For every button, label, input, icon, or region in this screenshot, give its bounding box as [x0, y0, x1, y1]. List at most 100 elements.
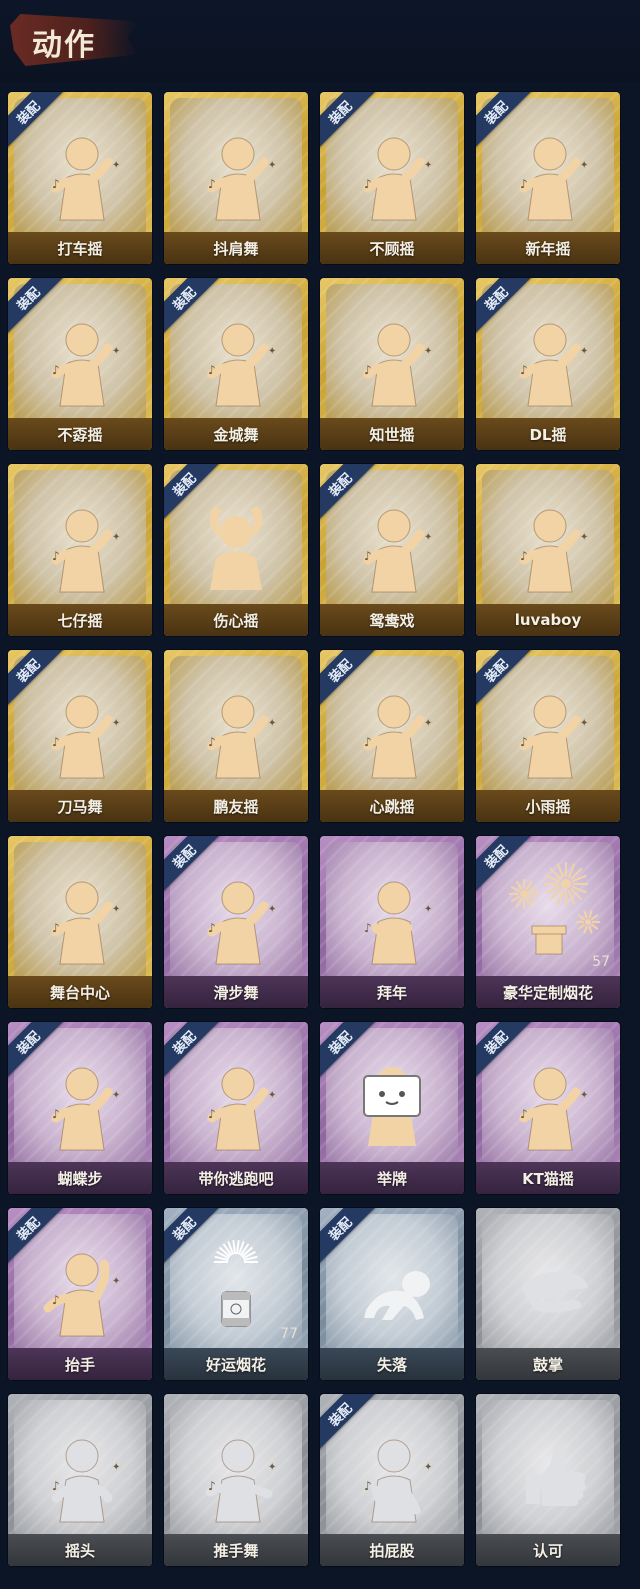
action-card[interactable]: 举牌 装配 — [320, 1022, 464, 1194]
card-label-bar: 拜年 — [320, 976, 464, 1008]
card-label: KT猫摇 — [522, 1169, 574, 1188]
card-label: 豪华定制烟花 — [502, 983, 593, 1002]
action-card[interactable]: ♪ ✦ 推手舞 — [164, 1394, 308, 1566]
action-card[interactable]: 认可 — [476, 1394, 620, 1566]
action-card[interactable]: ♪ ✦ luvaboy — [476, 464, 620, 636]
action-card[interactable]: ♪ ✦ 知世摇 — [320, 278, 464, 450]
card-label-bar: 不顾摇 — [320, 232, 464, 264]
action-card[interactable]: ♪ ✦ 抬手 装配 — [8, 1208, 152, 1380]
svg-text:✦: ✦ — [580, 160, 588, 171]
action-card[interactable]: 57 豪华定制烟花 装配 — [476, 836, 620, 1008]
dance-figure-icon: ♪ ✦ — [164, 92, 308, 242]
card-label: 带你逃跑吧 — [198, 1169, 274, 1188]
equipped-badge: 装配 — [8, 650, 68, 710]
equipped-badge: 装配 — [476, 650, 536, 710]
card-label-bar: 心跳摇 — [320, 790, 464, 822]
card-label: 蝴蝶步 — [57, 1169, 103, 1188]
equipped-badge: 装配 — [8, 1022, 68, 1082]
svg-text:✦: ✦ — [112, 904, 120, 915]
svg-text:✦: ✦ — [268, 904, 276, 915]
svg-text:✦: ✦ — [580, 532, 588, 543]
card-label-bar: 七仔摇 — [8, 604, 152, 636]
item-count: 77 — [280, 1326, 298, 1342]
svg-text:✦: ✦ — [424, 904, 432, 915]
action-card[interactable]: ♪ ✦ 鹏友摇 — [164, 650, 308, 822]
equipped-badge-label: 装配 — [14, 98, 44, 128]
action-card[interactable]: 伤心摇 装配 — [164, 464, 308, 636]
card-label-bar: 知世摇 — [320, 418, 464, 450]
equipped-badge-label: 装配 — [326, 1400, 356, 1430]
svg-text:✦: ✦ — [268, 1462, 276, 1473]
equipped-badge: 装配 — [320, 1022, 380, 1082]
action-card[interactable]: ♪ ✦ 蝴蝶步 装配 — [8, 1022, 152, 1194]
svg-text:✦: ✦ — [268, 346, 276, 357]
svg-text:♪: ♪ — [520, 363, 528, 377]
thumbs-up-icon — [476, 1394, 620, 1544]
svg-text:✦: ✦ — [424, 718, 432, 729]
card-label: DL摇 — [529, 425, 567, 444]
svg-text:♪: ♪ — [364, 363, 372, 377]
svg-text:♪: ♪ — [364, 735, 372, 749]
svg-text:♪: ♪ — [52, 1293, 60, 1307]
card-label: 失落 — [376, 1355, 407, 1374]
equipped-badge: 装配 — [164, 1208, 224, 1268]
card-label-bar: 新年摇 — [476, 232, 620, 264]
equipped-badge: 装配 — [476, 1022, 536, 1082]
action-card[interactable]: 鼓掌 — [476, 1208, 620, 1380]
action-card[interactable]: ♪ ✦ 拜年 — [320, 836, 464, 1008]
action-card[interactable]: ♪ ✦ 金城舞 装配 — [164, 278, 308, 450]
svg-text:✦: ✦ — [580, 1090, 588, 1101]
card-label: 舞台中心 — [49, 983, 110, 1002]
action-card[interactable]: ♪ ✦ 心跳摇 装配 — [320, 650, 464, 822]
svg-text:✦: ✦ — [424, 160, 432, 171]
dance-figure-icon: ♪ ✦ — [320, 278, 464, 428]
action-card[interactable]: ♪ ✦ 小雨摇 装配 — [476, 650, 620, 822]
equipped-badge: 装配 — [320, 1208, 380, 1268]
equipped-badge-label: 装配 — [326, 1028, 356, 1058]
equipped-badge: 装配 — [164, 836, 224, 896]
section-title: 动作 — [32, 28, 96, 63]
action-card[interactable]: ♪ ✦ DL摇 装配 — [476, 278, 620, 450]
card-label: 抬手 — [64, 1355, 95, 1374]
action-card[interactable]: ♪ ✦ 滑步舞 装配 — [164, 836, 308, 1008]
action-card[interactable]: ♪ ✦ 不顾摇 装配 — [320, 92, 464, 264]
card-label-bar: 失落 — [320, 1348, 464, 1380]
action-card[interactable]: ♪ ✦ 舞台中心 — [8, 836, 152, 1008]
action-card[interactable]: ♪ ✦ 七仔摇 — [8, 464, 152, 636]
card-label-bar: luvaboy — [476, 604, 620, 636]
equipped-badge-label: 装配 — [482, 284, 512, 314]
action-card[interactable]: ♪ ✦ 鸳鸯戏 装配 — [320, 464, 464, 636]
card-label: luvaboy — [514, 611, 582, 629]
svg-text:✦: ✦ — [424, 1462, 432, 1473]
card-label: 鹏友摇 — [213, 797, 259, 816]
action-card[interactable]: 77 好运烟花 装配 — [164, 1208, 308, 1380]
card-label: 金城舞 — [213, 425, 259, 444]
equipped-badge: 装配 — [320, 464, 380, 524]
action-card[interactable]: ♪ ✦ 不孬摇 装配 — [8, 278, 152, 450]
svg-text:♪: ♪ — [52, 921, 60, 935]
card-label-bar: KT猫摇 — [476, 1162, 620, 1194]
equipped-badge-label: 装配 — [170, 1028, 200, 1058]
card-label: 好运烟花 — [205, 1355, 266, 1374]
action-card[interactable]: ♪ ✦ 打车摇 装配 — [8, 92, 152, 264]
equipped-badge-label: 装配 — [14, 284, 44, 314]
card-label: 推手舞 — [213, 1541, 259, 1560]
action-card[interactable]: ♪ ✦ 摇头 — [8, 1394, 152, 1566]
action-card[interactable]: ♪ ✦ 新年摇 装配 — [476, 92, 620, 264]
action-card[interactable]: ♪ ✦ 刀马舞 装配 — [8, 650, 152, 822]
equipped-badge-label: 装配 — [170, 1214, 200, 1244]
equipped-badge-label: 装配 — [482, 656, 512, 686]
action-card[interactable]: ♪ ✦ 拍屁股 装配 — [320, 1394, 464, 1566]
equipped-badge: 装配 — [320, 1394, 380, 1454]
action-card[interactable]: ♪ ✦ KT猫摇 装配 — [476, 1022, 620, 1194]
action-card[interactable]: ♪ ✦ 带你逃跑吧 装配 — [164, 1022, 308, 1194]
action-card[interactable]: 失落 装配 — [320, 1208, 464, 1380]
svg-text:♪: ♪ — [208, 1107, 216, 1121]
card-label: 不顾摇 — [369, 239, 415, 258]
svg-text:✦: ✦ — [112, 160, 120, 171]
equipped-badge-label: 装配 — [170, 470, 200, 500]
card-label-bar: 舞台中心 — [8, 976, 152, 1008]
action-card[interactable]: ♪ ✦ 抖肩舞 — [164, 92, 308, 264]
card-label: 认可 — [532, 1541, 563, 1560]
equipped-badge: 装配 — [476, 92, 536, 152]
